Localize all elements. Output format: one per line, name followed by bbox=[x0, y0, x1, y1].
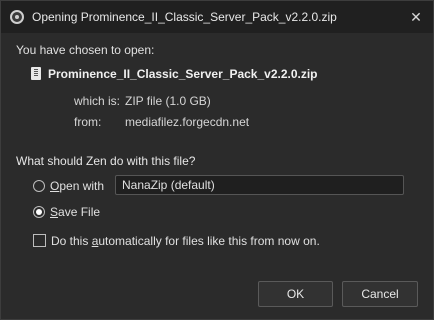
window-title: Opening Prominence_II_Classic_Server_Pac… bbox=[32, 10, 337, 24]
save-file-radio[interactable] bbox=[33, 206, 45, 218]
download-dialog-window: Opening Prominence_II_Classic_Server_Pac… bbox=[0, 0, 434, 320]
open-with-accel: O bbox=[50, 179, 60, 193]
action-question: What should Zen do with this file? bbox=[16, 154, 196, 168]
zen-browser-icon bbox=[10, 10, 24, 24]
auto-label-pre: Do this bbox=[51, 234, 92, 248]
title-bar[interactable]: Opening Prominence_II_Classic_Server_Pac… bbox=[1, 1, 433, 33]
auto-action-checkbox[interactable] bbox=[33, 234, 46, 247]
open-with-label-rest: pen with bbox=[59, 179, 105, 193]
document-icon bbox=[31, 67, 41, 80]
ok-button[interactable]: OK bbox=[258, 281, 333, 307]
which-is-label: which is: bbox=[74, 94, 121, 108]
cancel-button[interactable]: Cancel bbox=[342, 281, 418, 307]
from-label: from: bbox=[74, 115, 102, 129]
auto-action-label[interactable]: Do this automatically for files like thi… bbox=[51, 234, 320, 248]
file-type-value: ZIP file (1.0 GB) bbox=[125, 94, 211, 108]
file-name: Prominence_II_Classic_Server_Pack_v2.2.0… bbox=[48, 67, 318, 81]
auto-label-post: utomatically for files like this from no… bbox=[98, 234, 320, 248]
save-file-accel: S bbox=[50, 205, 59, 219]
open-with-label[interactable]: Open with bbox=[50, 179, 104, 193]
save-file-label[interactable]: Save File bbox=[50, 205, 100, 219]
open-with-radio[interactable] bbox=[33, 180, 45, 192]
close-button[interactable]: ✕ bbox=[405, 7, 427, 27]
chosen-to-open-text: You have chosen to open: bbox=[16, 43, 155, 57]
source-host-value: mediafilez.forgecdn.net bbox=[125, 115, 250, 129]
save-file-label-rest: ave File bbox=[58, 205, 101, 219]
open-with-app-select[interactable]: NanaZip (default) bbox=[115, 175, 404, 195]
